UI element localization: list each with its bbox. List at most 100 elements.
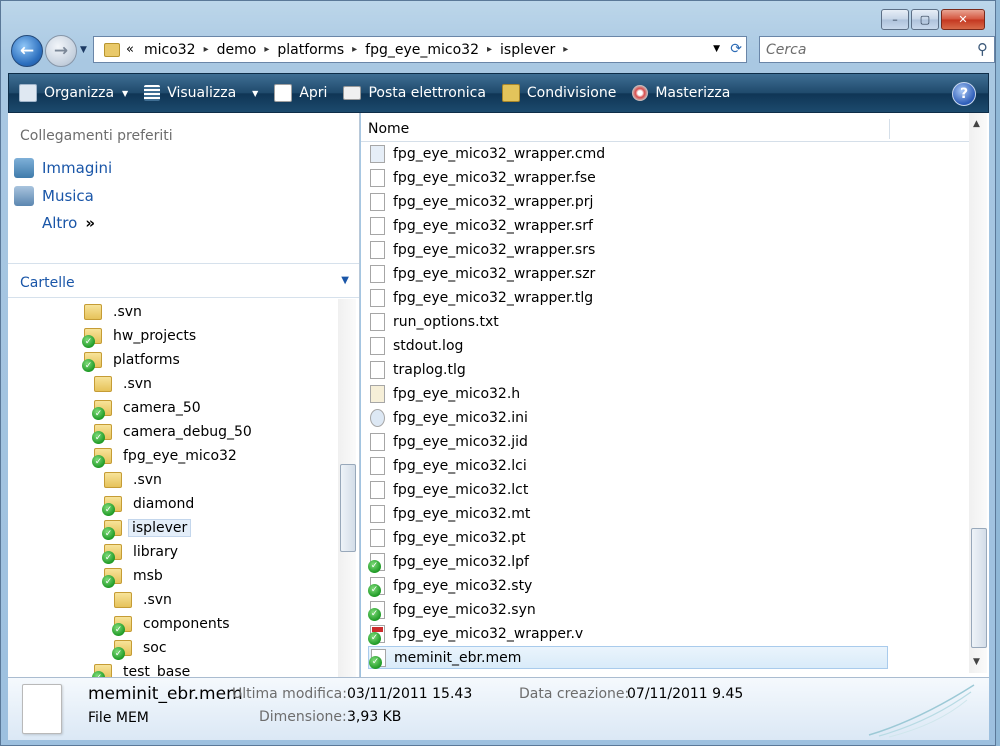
file-row[interactable]: fpg_eye_mico32.lct bbox=[368, 478, 888, 501]
address-dropdown[interactable]: ▼ bbox=[713, 44, 720, 54]
favorite-music[interactable]: Musica bbox=[14, 186, 94, 206]
scrollbar-thumb[interactable] bbox=[340, 464, 356, 552]
favorite-pictures[interactable]: Immagini bbox=[14, 158, 112, 178]
tree-item-svn[interactable]: .svn bbox=[94, 373, 157, 395]
file-row[interactable]: run_options.txt bbox=[368, 310, 888, 333]
tree-item-hw-projects[interactable]: ✓ hw_projects bbox=[82, 325, 201, 348]
tree-item-components[interactable]: ✓ components bbox=[112, 613, 235, 636]
file-row[interactable]: fpg_eye_mico32.h bbox=[368, 382, 888, 405]
crumb-separator[interactable]: ▸ bbox=[352, 44, 357, 55]
file-row[interactable]: ✓ meminit_ebr.mem bbox=[368, 646, 888, 669]
crumb-demo[interactable]: demo bbox=[217, 42, 257, 58]
crumb-fpg-eye-mico32[interactable]: fpg_eye_mico32 bbox=[365, 42, 479, 58]
file-row[interactable]: fpg_eye_mico32_wrapper.fse bbox=[368, 166, 888, 189]
file-row[interactable]: fpg_eye_mico32.jid bbox=[368, 430, 888, 453]
favorite-label: Altro bbox=[42, 214, 78, 232]
tree-item-camera-50[interactable]: ✓ camera_50 bbox=[92, 397, 206, 420]
help-icon[interactable]: ? bbox=[952, 82, 976, 106]
folder-icon: ✓ bbox=[102, 520, 122, 540]
open-button[interactable]: Apri bbox=[274, 84, 333, 102]
share-button[interactable]: Condivisione bbox=[501, 84, 622, 102]
maximize-button[interactable]: ▢ bbox=[911, 9, 939, 30]
views-button[interactable]: Visualizza ▼ bbox=[144, 85, 264, 101]
file-row[interactable]: fpg_eye_mico32.pt bbox=[368, 526, 888, 549]
folder-icon bbox=[104, 472, 122, 488]
tree-item-soc[interactable]: ✓ soc bbox=[112, 637, 172, 660]
scrollbar-thumb[interactable] bbox=[971, 528, 987, 648]
tree-item-isplever[interactable]: ✓ isplever bbox=[102, 517, 192, 540]
folder-icon: ✓ bbox=[92, 448, 112, 468]
folders-header[interactable]: Cartelle ▼ bbox=[8, 269, 359, 298]
organize-button[interactable]: Organizza ▼ bbox=[19, 84, 134, 102]
details-modified-value: 03/11/2011 15.43 bbox=[347, 686, 473, 702]
file-row[interactable]: ✓ fpg_eye_mico32.syn bbox=[368, 598, 888, 621]
folder-icon: ✓ bbox=[92, 400, 112, 420]
address-bar[interactable]: « mico32 ▸ demo ▸ platforms ▸ fpg_eye_mi… bbox=[93, 36, 747, 63]
column-divider[interactable] bbox=[889, 119, 890, 139]
file-name: fpg_eye_mico32_wrapper.srf bbox=[393, 217, 593, 234]
search-icon[interactable]: ⚲ bbox=[977, 40, 988, 58]
file-row[interactable]: traplog.tlg bbox=[368, 358, 888, 381]
views-label: Visualizza bbox=[167, 85, 237, 101]
address-root-marker[interactable]: « bbox=[126, 42, 134, 57]
file-row[interactable]: fpg_eye_mico32.mt bbox=[368, 502, 888, 525]
scroll-down-icon[interactable]: ▼ bbox=[973, 657, 980, 667]
file-row[interactable]: fpg_eye_mico32_wrapper.srs bbox=[368, 238, 888, 261]
folder-tree-scrollbar[interactable] bbox=[338, 299, 356, 677]
burn-button[interactable]: Masterizza bbox=[632, 85, 736, 101]
file-row[interactable]: ✓ fpg_eye_mico32_wrapper.v bbox=[368, 622, 888, 645]
minimize-button[interactable]: – bbox=[881, 9, 909, 30]
refresh-icon[interactable]: ⟳ bbox=[730, 41, 742, 57]
favorite-label: Immagini bbox=[42, 159, 113, 177]
file-row[interactable]: ✓ fpg_eye_mico32.sty bbox=[368, 574, 888, 597]
folder-icon bbox=[114, 592, 132, 608]
file-row[interactable]: fpg_eye_mico32_wrapper.tlg bbox=[368, 286, 888, 309]
tree-item-platforms[interactable]: ✓ platforms bbox=[82, 349, 185, 372]
tree-item-library[interactable]: ✓ library bbox=[102, 541, 183, 564]
folder-tree: .svn ✓ hw_projects ✓ platforms .svn ✓ ca… bbox=[8, 299, 338, 677]
close-button[interactable]: ✕ bbox=[941, 9, 985, 30]
tree-item-label: msb bbox=[133, 568, 163, 584]
tree-item-svn[interactable]: .svn bbox=[84, 301, 147, 323]
tree-item-diamond[interactable]: ✓ diamond bbox=[102, 493, 199, 516]
file-name: fpg_eye_mico32_wrapper.tlg bbox=[393, 289, 594, 306]
file-row[interactable]: fpg_eye_mico32_wrapper.prj bbox=[368, 190, 888, 213]
tree-item-camera-debug-50[interactable]: ✓ camera_debug_50 bbox=[92, 421, 257, 444]
file-row[interactable]: ✓ fpg_eye_mico32.lpf bbox=[368, 550, 888, 573]
tree-item-svn[interactable]: .svn bbox=[114, 589, 177, 611]
burn-label: Masterizza bbox=[655, 85, 731, 101]
svn-ok-icon: ✓ bbox=[92, 407, 105, 420]
favorite-more[interactable]: Altro » bbox=[42, 214, 95, 232]
file-row[interactable]: fpg_eye_mico32.lci bbox=[368, 454, 888, 477]
email-button[interactable]: Posta elettronica bbox=[343, 85, 491, 101]
crumb-separator[interactable]: ▸ bbox=[204, 44, 209, 55]
tree-item-svn[interactable]: .svn bbox=[104, 469, 167, 491]
command-toolbar: Organizza ▼ Visualizza ▼ Apri Posta elet… bbox=[8, 73, 989, 113]
scroll-up-icon[interactable]: ▲ bbox=[973, 119, 980, 129]
crumb-platforms[interactable]: platforms bbox=[277, 42, 344, 58]
crumb-separator[interactable]: ▸ bbox=[264, 44, 269, 55]
recent-pages-dropdown[interactable]: ▼ bbox=[80, 45, 87, 55]
crumb-isplever[interactable]: isplever bbox=[500, 42, 555, 58]
file-row[interactable]: fpg_eye_mico32_wrapper.srf bbox=[368, 214, 888, 237]
file-preview-icon bbox=[22, 684, 62, 734]
crumb-separator[interactable]: ▸ bbox=[563, 44, 568, 55]
back-button[interactable]: ← bbox=[11, 35, 43, 67]
file-row[interactable]: fpg_eye_mico32_wrapper.szr bbox=[368, 262, 888, 285]
file-row[interactable]: fpg_eye_mico32.ini bbox=[368, 406, 888, 429]
organize-icon bbox=[19, 84, 37, 102]
tree-item-fpg-eye-mico32[interactable]: ✓ fpg_eye_mico32 bbox=[92, 445, 242, 468]
crumb-separator[interactable]: ▸ bbox=[487, 44, 492, 55]
file-list-pane: Nome fpg_eye_mico32_wrapper.cmd fpg_eye_m… bbox=[361, 113, 989, 677]
file-row[interactable]: stdout.log bbox=[368, 334, 888, 357]
crumb-mico32[interactable]: mico32 bbox=[144, 42, 196, 58]
forward-button[interactable]: → bbox=[45, 35, 77, 67]
file-list-scrollbar[interactable]: ▲ ▼ bbox=[969, 113, 987, 673]
file-row[interactable]: fpg_eye_mico32_wrapper.cmd bbox=[368, 142, 888, 165]
column-name-header[interactable]: Nome bbox=[368, 121, 409, 137]
file-icon: ✓ bbox=[369, 648, 386, 669]
file-name: fpg_eye_mico32.ini bbox=[393, 409, 528, 426]
tree-item-test-base[interactable]: ✓ test_base bbox=[92, 661, 195, 677]
tree-item-msb[interactable]: ✓ msb bbox=[102, 565, 168, 588]
search-input[interactable]: Cerca ⚲ bbox=[759, 36, 995, 63]
